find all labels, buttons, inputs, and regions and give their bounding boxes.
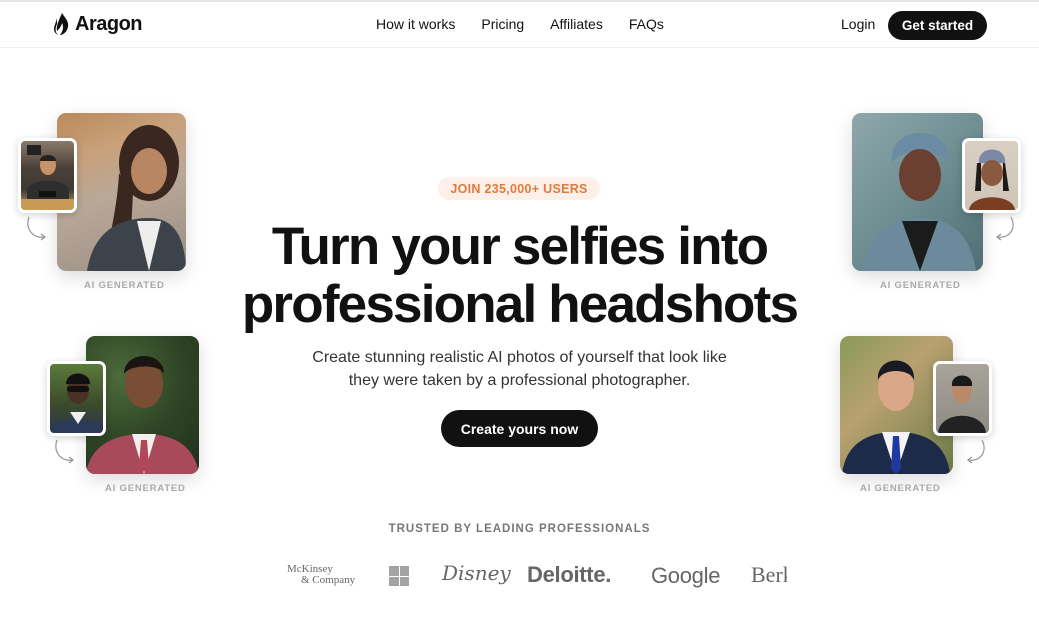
curved-arrow-icon — [55, 439, 75, 464]
brand-name: Aragon — [75, 12, 143, 35]
nav-link-pricing[interactable]: Pricing — [481, 16, 524, 32]
selfie-illustration — [21, 145, 74, 210]
curved-arrow-icon — [966, 439, 985, 464]
selfie-photo-man-sunglasses — [47, 361, 106, 436]
deloitte-logo: Deloitte. — [527, 562, 612, 587]
ai-generated-label: AI GENERATED — [105, 483, 186, 494]
selfie-illustration — [52, 373, 102, 433]
flame-icon — [54, 13, 69, 35]
ai-generated-label: AI GENERATED — [880, 280, 961, 291]
trusted-by-heading: TRUSTED BY LEADING PROFESSIONALS — [388, 523, 651, 535]
selfie-illustration — [969, 149, 1015, 210]
nav-link-faqs[interactable]: FAQs — [629, 16, 664, 32]
mckinsey-line-2: & Company — [301, 574, 356, 586]
curved-arrow-icon — [27, 216, 47, 241]
subtext-line-2: they were taken by a professional photog… — [348, 372, 691, 389]
users-count-badge: JOIN 235,000+ USERS — [438, 177, 600, 200]
ai-generated-label: AI GENERATED — [84, 280, 165, 291]
partner-logos: McKinsey & Company Disney Deloitte. Goog… — [287, 560, 807, 592]
brand-logo[interactable]: Aragon — [51, 12, 143, 36]
selfie-photo-man-dark-shirt — [933, 361, 992, 436]
navbar: Aragon How it works Pricing Affiliates F… — [0, 2, 1039, 48]
create-yours-now-button[interactable]: Create yours now — [441, 410, 598, 447]
berkeley-logo: Berkeley — [751, 562, 787, 587]
microsoft-logo-icon — [389, 566, 409, 586]
curved-arrow-icon — [995, 216, 1014, 241]
subtext-line-1: Create stunning realistic AI photos of y… — [312, 349, 727, 366]
ai-generated-label: AI GENERATED — [860, 483, 941, 494]
disney-logo: Disney — [442, 561, 511, 585]
hero-subtext: Create stunning realistic AI photos of y… — [260, 346, 779, 392]
selfie-photo-man-phone — [18, 138, 77, 213]
mckinsey-logo: McKinsey & Company — [287, 564, 355, 586]
headline-line-1: Turn your selfies into — [271, 217, 769, 276]
nav-link-how-it-works[interactable]: How it works — [376, 16, 455, 32]
login-link[interactable]: Login — [841, 16, 875, 32]
google-logo: Google — [651, 563, 721, 588]
nav-link-affiliates[interactable]: Affiliates — [550, 16, 603, 32]
get-started-button[interactable]: Get started — [888, 11, 987, 40]
selfie-illustration — [938, 375, 986, 433]
selfie-photo-woman-headband — [962, 138, 1021, 213]
headline-line-2: professional headshots — [241, 275, 799, 334]
hero-headline: Turn your selfies into professional head… — [200, 218, 839, 334]
nav-links: How it works Pricing Affiliates FAQs — [376, 16, 664, 32]
